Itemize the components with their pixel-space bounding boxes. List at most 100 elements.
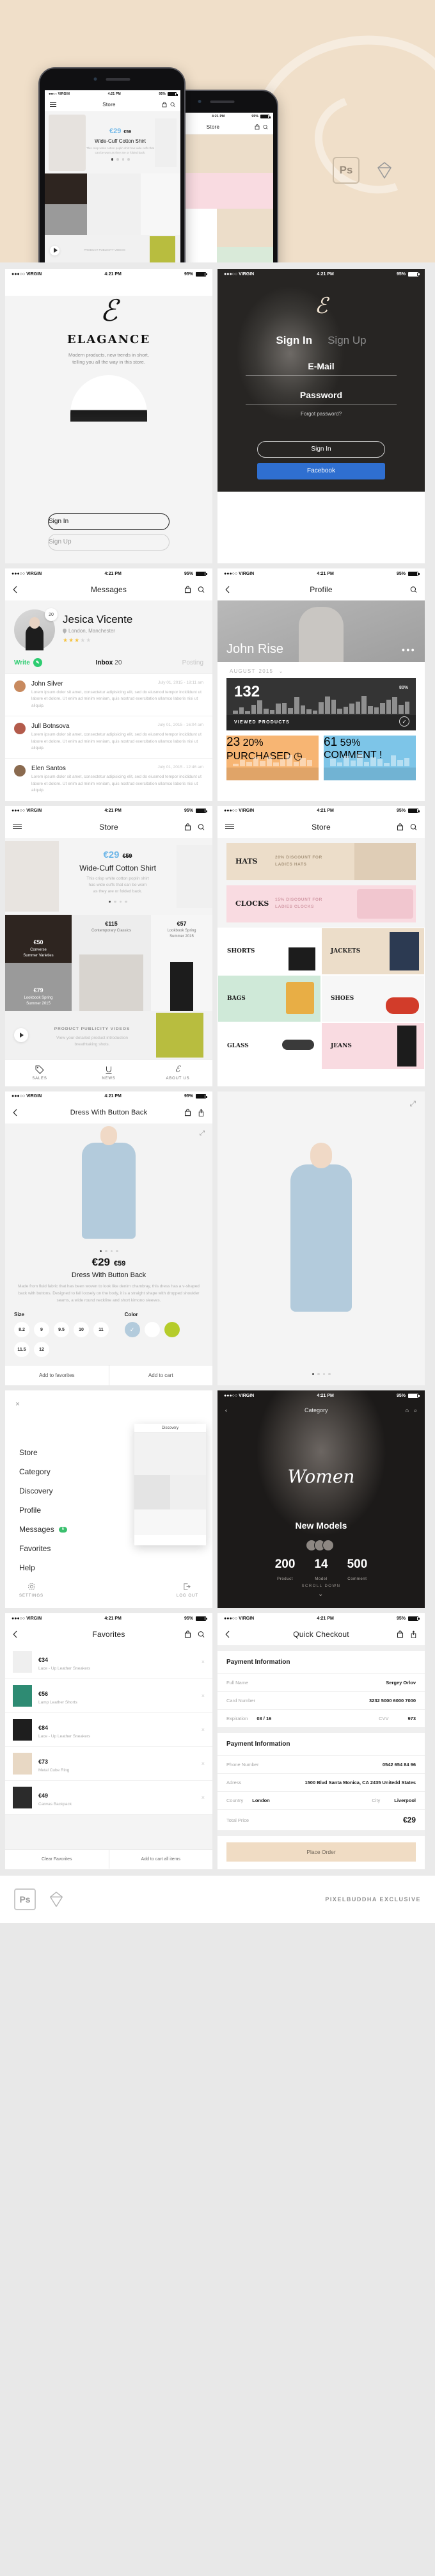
color-chip-white[interactable] <box>144 1322 160 1338</box>
add-all-to-cart-button[interactable]: Add to cart all items <box>108 1850 213 1869</box>
period-selector[interactable]: AUGUST 2015 ⌄ <box>217 662 425 678</box>
menu-icon[interactable] <box>225 823 234 831</box>
share-icon[interactable] <box>198 1108 205 1116</box>
back-icon[interactable]: ‹ <box>225 1407 227 1413</box>
tab-news[interactable]: NEWS <box>74 1060 143 1086</box>
mosaic-tile-2[interactable] <box>45 204 87 235</box>
featured-product[interactable]: €29 €59 Wide-Cuff Cotton Shirt This crisp… <box>5 837 212 915</box>
list-item[interactable]: Elen Santos July 01, 2015 - 12:46 am Lore… <box>5 758 212 801</box>
remove-icon[interactable]: × <box>202 1693 205 1699</box>
list-item[interactable]: €56 Lamp Leather Shorts × <box>5 1679 212 1714</box>
bag-icon[interactable] <box>255 124 260 130</box>
facebook-button[interactable]: Facebook <box>257 463 385 479</box>
menu-icon[interactable] <box>13 823 22 831</box>
share-icon[interactable] <box>410 1630 417 1639</box>
mosaic-tile-3[interactable] <box>87 173 141 235</box>
back-icon[interactable] <box>225 1630 230 1638</box>
back-icon[interactable] <box>225 586 230 593</box>
hero-tile-extra2[interactable] <box>216 247 273 262</box>
mosaic-tile-lookbook-1[interactable]: €79 Lookbook Spring Summer 2015 <box>5 962 72 1011</box>
search-icon[interactable]: ⌕ <box>414 1407 417 1414</box>
product-image[interactable]: ⤢ <box>5 1123 212 1239</box>
tab-inbox[interactable]: Inbox 20 <box>77 659 141 666</box>
search-icon[interactable] <box>170 102 175 108</box>
hero-tile-jackets[interactable] <box>216 209 273 247</box>
search-icon[interactable] <box>410 823 417 831</box>
more-options-icon[interactable]: ●●● <box>402 647 416 653</box>
size-chip[interactable]: 9.5 <box>54 1322 69 1338</box>
field-card-number[interactable]: Card Number 3232 5000 6000 7000 <box>217 1691 425 1709</box>
list-item[interactable]: €84 Lace - Up Leather Sneakers × <box>5 1713 212 1748</box>
back-icon[interactable] <box>13 1109 17 1116</box>
bag-icon[interactable] <box>397 1630 404 1638</box>
menu-icon[interactable] <box>50 101 56 109</box>
tab-sales[interactable]: SALES <box>5 1060 74 1086</box>
size-chip[interactable]: 12 <box>34 1342 49 1358</box>
mosaic-tile-classics[interactable]: €115 Contemporary Classics <box>72 914 151 1011</box>
list-item[interactable]: Jull Botnsova July 01, 2015 - 16:04 am Lo… <box>5 716 212 759</box>
size-chip[interactable]: 11.5 <box>14 1342 29 1358</box>
category-cell-glass[interactable]: GLASS <box>217 1022 321 1070</box>
play-icon[interactable] <box>14 1027 28 1042</box>
category-banner-hats[interactable]: HATS 20% DISCOUNT FOR LADIES HATS <box>226 842 416 880</box>
search-icon[interactable] <box>198 586 205 593</box>
expand-icon[interactable]: ⤢ <box>409 1099 416 1109</box>
remove-icon[interactable]: × <box>202 1794 205 1801</box>
field-address[interactable]: Adress 1500 Blvd Santa Monica, CA 2435 Un… <box>217 1773 425 1791</box>
size-chip[interactable]: 9 <box>34 1322 49 1338</box>
category-cell-shorts[interactable]: SHORTS <box>217 927 321 975</box>
video-promo[interactable]: PRODUCT PUBLICITY VIDEOS View your detai… <box>5 1010 212 1059</box>
category-cell-shoes[interactable]: SHOES <box>321 974 425 1022</box>
settings-button[interactable]: SETTINGS <box>19 1582 44 1598</box>
menu-item-help[interactable]: Help <box>19 1558 212 1577</box>
stat-card-comment[interactable]: 61 59% COMMENT ! <box>324 736 416 780</box>
category-cell-jeans[interactable]: JEANS <box>321 1022 425 1070</box>
bag-icon[interactable] <box>184 586 191 593</box>
color-chip-blue[interactable]: ✓ <box>124 1322 140 1338</box>
bag-icon[interactable] <box>184 1630 191 1638</box>
close-icon[interactable]: × <box>15 1399 20 1408</box>
bag-icon[interactable]: ⌂ <box>406 1407 409 1414</box>
list-item[interactable]: €34 Lace - Up Leather Sneakers × <box>5 1645 212 1680</box>
hero-promo[interactable]: €29 €59 Wide-Cuff Cotton Shirt This crisp… <box>45 112 180 173</box>
carousel-dots[interactable] <box>86 158 155 161</box>
search-icon[interactable] <box>263 124 268 130</box>
search-icon[interactable] <box>198 823 205 831</box>
fullscreen-image[interactable]: ⤢ <box>217 1091 425 1386</box>
category-cell-bags[interactable]: BAGS <box>217 974 321 1022</box>
bag-icon[interactable] <box>397 823 404 831</box>
list-item[interactable]: €73 Metal Cube Ring × <box>5 1747 212 1782</box>
clear-favorites-button[interactable]: Clear Favorites <box>5 1850 109 1869</box>
field-country-city[interactable]: Country London City Liverpool <box>217 1791 425 1809</box>
tab-write[interactable]: Write ✎ <box>14 658 77 667</box>
logout-button[interactable]: LOG OUT <box>177 1582 198 1598</box>
hero-video-row[interactable]: PRODUCT PUBLICITY VIDEOS <box>45 235 180 262</box>
add-to-favorites-button[interactable]: Add to favorites <box>5 1365 109 1385</box>
remove-icon[interactable]: × <box>202 1659 205 1665</box>
category-cell-jackets[interactable]: JACKETS <box>321 927 425 975</box>
stat-card-viewed[interactable]: 132 80% VIEWED PRODUCTS ✓ <box>226 678 416 730</box>
carousel-dots[interactable] <box>217 1373 425 1376</box>
remove-icon[interactable]: × <box>202 1727 205 1733</box>
mosaic-tile-converse[interactable]: €50 Converse Summer Varieties <box>5 914 72 963</box>
sign-up-button[interactable]: Sign Up <box>48 534 170 551</box>
tab-about-us[interactable]: ℰ ABOUT US <box>143 1060 212 1086</box>
remove-icon[interactable]: × <box>202 1760 205 1767</box>
list-item[interactable]: John Silver July 01, 2015 - 18:11 am Lore… <box>5 673 212 716</box>
list-item[interactable]: €49 Canvas Backpack × <box>5 1781 212 1815</box>
mosaic-tile-1[interactable] <box>45 173 87 204</box>
stat-card-purchased[interactable]: 23 20% PURCHASED ◷ <box>226 736 319 780</box>
tab-sign-in[interactable]: Sign In <box>276 334 312 347</box>
mosaic-tile-lookbook-2[interactable]: €57 Lookbook Spring Summer 2015 <box>151 914 212 1011</box>
tab-sign-up[interactable]: Sign Up <box>328 334 366 347</box>
mosaic-tile-4[interactable] <box>141 173 180 235</box>
place-order-button[interactable]: Place Order <box>226 1842 416 1862</box>
carousel-dots[interactable] <box>63 900 173 903</box>
field-full-name[interactable]: Full Name Sergey Orlov <box>217 1673 425 1691</box>
color-chip-green[interactable] <box>164 1322 180 1338</box>
chevron-down-icon[interactable]: ⌄ <box>217 1591 425 1598</box>
tab-posting[interactable]: Posting <box>140 659 203 666</box>
bag-icon[interactable] <box>162 102 167 108</box>
play-icon[interactable] <box>50 245 59 255</box>
email-field[interactable]: E-Mail <box>246 361 397 376</box>
